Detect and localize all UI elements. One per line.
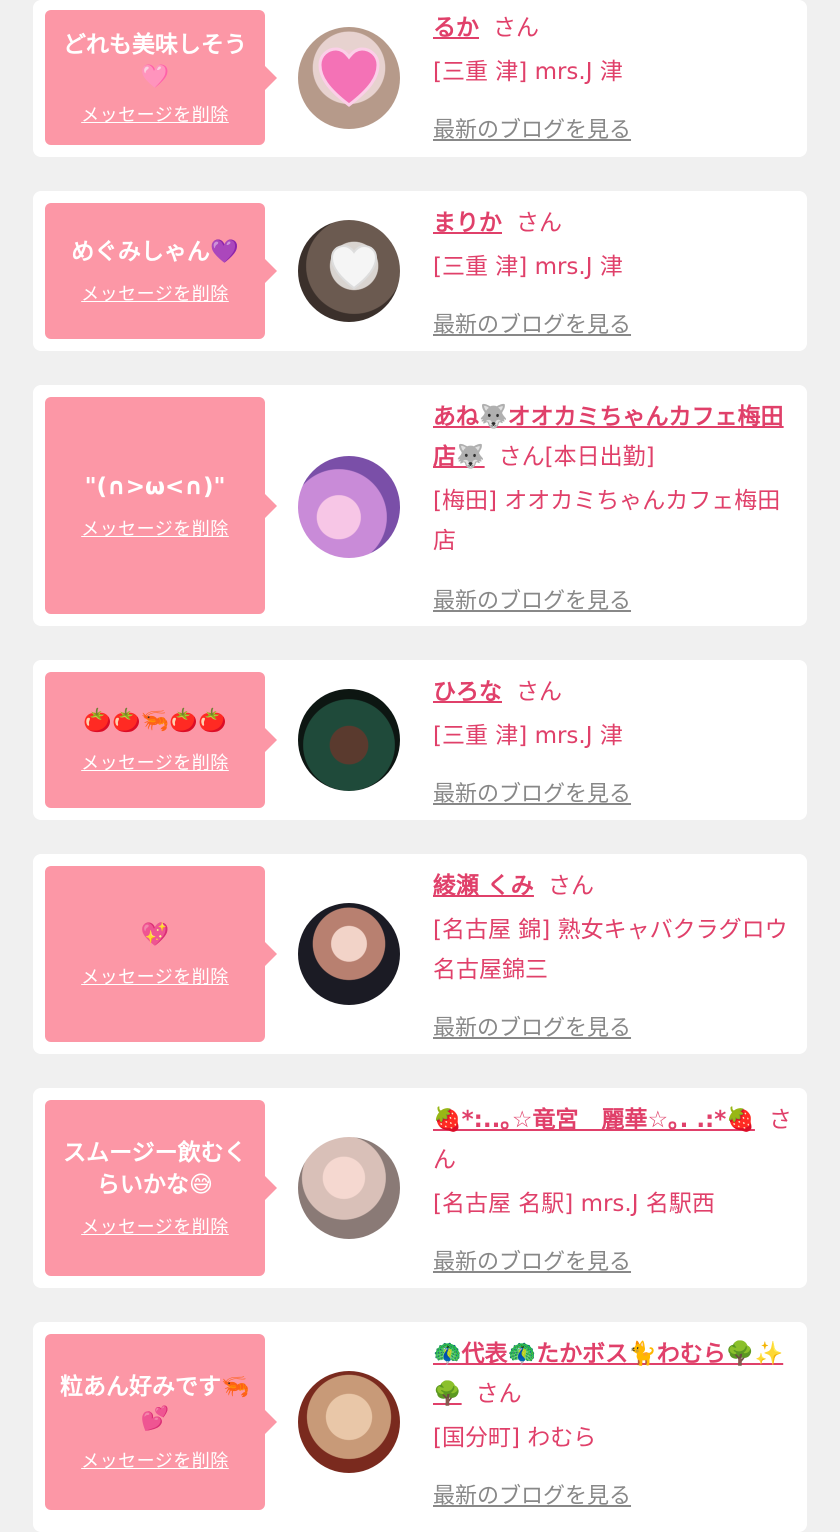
honorific: さん [547, 873, 594, 899]
profile-name-link[interactable]: まりか [433, 210, 502, 236]
latest-blog-link[interactable]: 最新のブログを見る [433, 112, 631, 144]
delete-message-link[interactable]: メッセージを削除 [81, 1213, 229, 1239]
avatar[interactable] [298, 903, 400, 1005]
honorific: さん [493, 15, 539, 41]
profile-name-link[interactable]: ひろな [433, 679, 502, 705]
message-text: 粒あん好みです🦐💕 [60, 1374, 250, 1432]
profile-info: るか さん [三重 津] mrs.J 津 最新のブログを見る [433, 8, 795, 143]
avatar[interactable] [298, 456, 400, 558]
message-text: "(∩>ω<∩)" [84, 473, 226, 500]
favorite-card: めぐみしゃん💜 メッセージを削除 まりか さん [三重 津] mrs.J 津 最新… [33, 191, 807, 351]
message-bubble: "(∩>ω<∩)" メッセージを削除 [45, 397, 277, 614]
favorite-card: 粒あん好みです🦐💕 メッセージを削除 🦚代表🦚たかボス🐈わむら🌳✨🌳 さん [国分… [33, 1322, 807, 1532]
latest-blog-link[interactable]: 最新のブログを見る [433, 776, 631, 808]
honorific: さん [475, 1381, 522, 1407]
message-bubble: 🍅🍅🦐🍅🍅 メッセージを削除 [45, 672, 277, 808]
avatar[interactable] [298, 220, 400, 322]
message-bubble: めぐみしゃん💜 メッセージを削除 [45, 203, 277, 339]
delete-message-link[interactable]: メッセージを削除 [81, 1447, 229, 1473]
message-bubble: 粒あん好みです🦐💕 メッセージを削除 [45, 1334, 277, 1510]
avatar[interactable] [298, 27, 400, 129]
delete-message-link[interactable]: メッセージを削除 [81, 101, 229, 127]
message-text: めぐみしゃん💜 [71, 239, 239, 265]
shop-info: [三重 津] mrs.J 津 [433, 254, 623, 280]
profile-info: まりか さん [三重 津] mrs.J 津 最新のブログを見る [433, 203, 795, 338]
profile-info: 🦚代表🦚たかボス🐈わむら🌳✨🌳 さん [国分町] わむら 最新のブログを見る [433, 1334, 795, 1509]
shop-info: [国分町] わむら [433, 1425, 597, 1451]
message-text: 🍅🍅🦐🍅🍅 [83, 708, 227, 734]
message-bubble: スムージー飲むくらいかな😅 メッセージを削除 [45, 1100, 277, 1276]
message-text: スムージー飲むくらいかな😅 [63, 1140, 247, 1198]
message-text: どれも美味しそう🩷 [63, 31, 247, 90]
latest-blog-link[interactable]: 最新のブログを見る [433, 1244, 631, 1276]
profile-info: 🍓*:..｡☆竜宮 麗華☆｡. .:*🍓 さん [名古屋 名駅] mrs.J 名駅… [433, 1100, 795, 1275]
avatar[interactable] [298, 689, 400, 791]
favorite-card: 🍅🍅🦐🍅🍅 メッセージを削除 ひろな さん [三重 津] mrs.J 津 最新のブ… [33, 660, 807, 820]
latest-blog-link[interactable]: 最新のブログを見る [433, 1478, 631, 1510]
profile-info: あね🐺オオカミちゃんカフェ梅田店🐺 さん[本日出勤] [梅田] オオカミちゃんカフ… [433, 397, 795, 614]
honorific: さん [516, 210, 562, 236]
delete-message-link[interactable]: メッセージを削除 [81, 963, 229, 989]
shop-info: [名古屋 名駅] mrs.J 名駅西 [433, 1191, 715, 1217]
delete-message-link[interactable]: メッセージを削除 [81, 749, 229, 775]
latest-blog-link[interactable]: 最新のブログを見る [433, 583, 631, 615]
favorite-card: どれも美味しそう🩷 メッセージを削除 るか さん [三重 津] mrs.J 津 最… [33, 0, 807, 157]
honorific: さん [516, 679, 562, 705]
message-bubble: どれも美味しそう🩷 メッセージを削除 [45, 10, 277, 145]
latest-blog-link[interactable]: 最新のブログを見る [433, 1010, 631, 1042]
avatar[interactable] [298, 1371, 400, 1473]
heart-sticker-icon [330, 244, 378, 290]
message-text: 💖 [140, 922, 170, 948]
shop-info: [三重 津] mrs.J 津 [433, 59, 623, 85]
profile-name-link[interactable]: 🍓*:..｡☆竜宮 麗華☆｡. .:*🍓 [433, 1107, 755, 1133]
avatar[interactable] [298, 1137, 400, 1239]
profile-info: ひろな さん [三重 津] mrs.J 津 最新のブログを見る [433, 672, 795, 807]
heart-sticker-icon [318, 47, 380, 107]
delete-message-link[interactable]: メッセージを削除 [81, 515, 229, 541]
honorific: さん[本日出勤] [498, 444, 655, 470]
shop-info: [三重 津] mrs.J 津 [433, 723, 623, 749]
profile-name-link[interactable]: 綾瀬 くみ [433, 873, 534, 899]
favorite-card: スムージー飲むくらいかな😅 メッセージを削除 🍓*:..｡☆竜宮 麗華☆｡. .… [33, 1088, 807, 1288]
profile-info: 綾瀬 くみ さん [名古屋 錦] 熟女キャバクラグロウ 名古屋錦三 最新のブログを… [433, 866, 795, 1041]
latest-blog-link[interactable]: 最新のブログを見る [433, 307, 631, 339]
shop-info: [梅田] オオカミちゃんカフェ梅田店 [433, 488, 781, 554]
shop-info: [名古屋 錦] 熟女キャバクラグロウ 名古屋錦三 [433, 917, 788, 983]
favorite-card: 💖 メッセージを削除 綾瀬 くみ さん [名古屋 錦] 熟女キャバクラグロウ 名古… [33, 854, 807, 1054]
favorite-card: "(∩>ω<∩)" メッセージを削除 あね🐺オオカミちゃんカフェ梅田店🐺 さん[本… [33, 385, 807, 626]
delete-message-link[interactable]: メッセージを削除 [81, 280, 229, 306]
profile-name-link[interactable]: るか [433, 15, 479, 41]
message-bubble: 💖 メッセージを削除 [45, 866, 277, 1042]
